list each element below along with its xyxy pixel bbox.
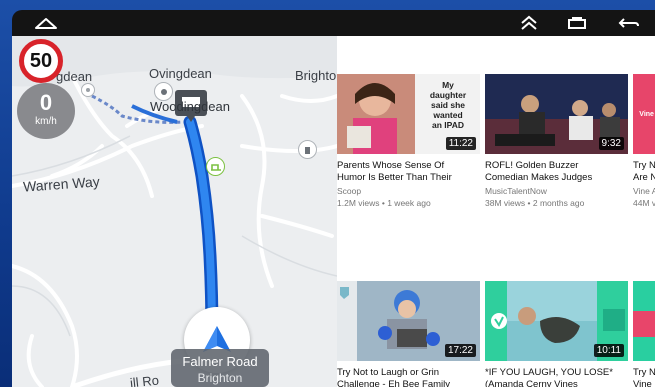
map-label-bottom-road: ill Ro [129,372,160,387]
video-channel[interactable]: Vine A [633,186,655,197]
video-card[interactable]: 10:11 *IF YOU LAUGH, YOU LOSE* (Amanda C… [485,281,628,387]
video-card[interactable]: 17:22 Try Not to Laugh or Grin Challenge… [337,281,480,387]
home-outline-icon[interactable] [32,10,60,36]
video-title[interactable]: Parents Whose Sense Of Humor Is Better T… [337,160,480,183]
map-label-woodingdean: Woodingdean [150,99,230,114]
navigation-map[interactable]: gdean Ovingdean Brighto Warren Way ill R… [12,36,337,387]
video-title[interactable]: *IF YOU LAUGH, YOU LOSE* (Amanda Cerny V… [485,367,628,387]
video-duration: 9:32 [598,137,624,150]
double-chevron-up-icon[interactable] [517,10,541,36]
video-card[interactable]: Vine A Try N Are N Vine A 44M v [633,74,655,209]
thumbnail-caption: Vine A [639,111,655,118]
current-speed-value: 0 [39,90,53,115]
recent-apps-icon[interactable] [564,10,590,36]
current-road-name: Falmer Road [182,354,258,369]
video-duration: 10:11 [593,344,624,357]
back-arrow-icon[interactable] [615,10,643,36]
poi-small-icon[interactable] [81,83,95,97]
video-meta: 44M v [633,198,655,208]
video-thumbnail-image [633,281,655,361]
video-feed[interactable]: My daughter said she wanted an IPAD 11:2… [337,36,655,387]
video-thumbnail[interactable] [633,281,655,361]
current-town-name: Brighton [197,371,243,385]
video-thumbnail[interactable]: Vine A [633,74,655,154]
split-screen: gdean Ovingdean Brighto Warren Way ill R… [12,36,655,387]
video-card[interactable]: Try N Vine [633,281,655,387]
current-speed-indicator: 0 km/h [17,83,75,139]
video-thumbnail[interactable]: 9:32 [485,74,628,154]
video-meta: 38M views • 2 months ago [485,198,585,208]
video-title[interactable]: Try N Vine [633,367,655,387]
video-thumbnail[interactable]: My daughter said she wanted an IPAD 11:2… [337,74,480,154]
fuel-station-icon[interactable] [298,140,317,159]
video-channel[interactable]: MusicTalentNow [485,186,628,197]
video-title[interactable]: Try N Are N [633,160,655,183]
video-title[interactable]: ROFL! Golden Buzzer Comedian Makes Judge… [485,160,628,183]
speed-unit: km/h [35,116,57,127]
thumbnail-caption: My daughter said she wanted an IPAD [429,80,467,130]
video-channel[interactable]: Scoop [337,186,480,197]
video-card[interactable]: My daughter said she wanted an IPAD 11:2… [337,74,480,209]
video-duration: 17:22 [444,344,476,357]
system-status-bar [12,10,655,36]
video-thumbnail[interactable]: 17:22 [337,281,480,361]
video-meta: 1.2M views • 1 week ago [337,198,431,208]
video-card[interactable]: 9:32 ROFL! Golden Buzzer Comedian Makes … [485,74,628,209]
parking-poi-icon[interactable] [206,157,225,176]
video-title[interactable]: Try Not to Laugh or Grin Challenge - Eh … [337,367,480,387]
map-label-brighton: Brighto [295,68,337,83]
video-duration: 11:22 [445,137,476,150]
map-label-ovingdean: Ovingdean [149,66,212,81]
map-label-top-left: gdean [56,69,93,84]
device-frame: gdean Ovingdean Brighto Warren Way ill R… [0,0,655,387]
video-thumbnail[interactable]: 10:11 [485,281,628,361]
speed-limit-sign: 50 [19,39,63,83]
current-road-label: Falmer Road Brighton [171,349,269,387]
